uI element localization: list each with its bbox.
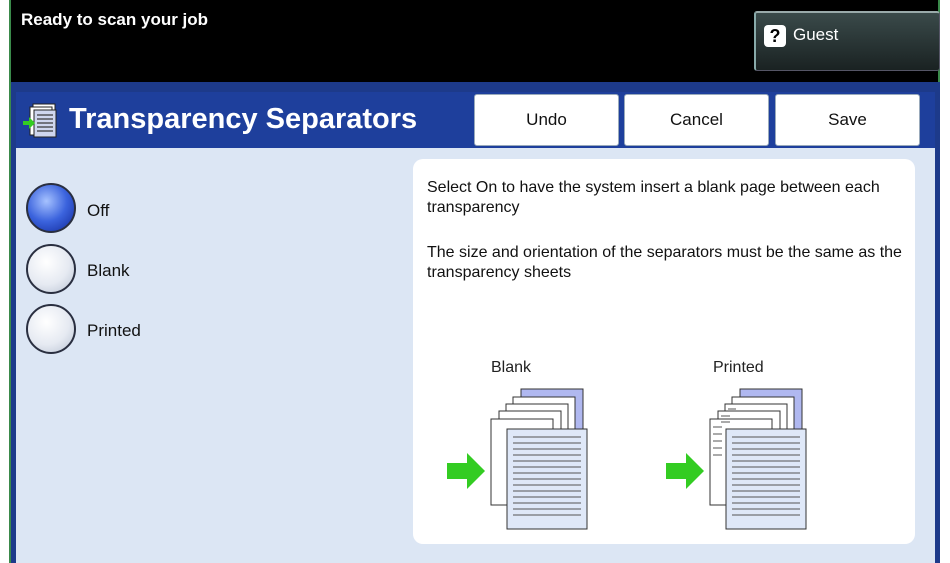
page-title: Transparency Separators bbox=[69, 103, 418, 135]
radio-printed[interactable] bbox=[26, 304, 76, 354]
radio-off[interactable] bbox=[26, 183, 76, 233]
help-question-icon: ? bbox=[764, 25, 786, 47]
info-text-1: Select On to have the system insert a bl… bbox=[427, 179, 880, 216]
illustration-blank-label: Blank bbox=[491, 359, 532, 376]
transparency-document-icon bbox=[23, 103, 57, 138]
radio-blank-label: Blank bbox=[87, 261, 130, 280]
printed-separator-illustration bbox=[666, 388, 807, 530]
illustration-printed-label: Printed bbox=[713, 359, 764, 376]
undo-button[interactable]: Undo bbox=[474, 94, 619, 146]
info-text-2: The size and orientation of the separato… bbox=[427, 244, 902, 281]
radio-printed-label: Printed bbox=[87, 321, 141, 340]
radio-blank[interactable] bbox=[26, 244, 76, 294]
radio-off-label: Off bbox=[87, 201, 110, 220]
save-button[interactable]: Save bbox=[775, 94, 920, 146]
blank-separator-illustration bbox=[447, 388, 588, 530]
title-bar: Transparency Separators Undo Cancel Save bbox=[16, 92, 935, 148]
device-frame: Ready to scan your job ? Guest Transpare… bbox=[9, 0, 940, 563]
info-panel: Select On to have the system insert a bl… bbox=[413, 159, 915, 544]
guest-login-button[interactable]: ? Guest bbox=[754, 11, 940, 71]
status-message: Ready to scan your job bbox=[21, 10, 209, 29]
cancel-button[interactable]: Cancel bbox=[624, 94, 769, 146]
guest-label: Guest bbox=[793, 25, 839, 44]
status-bar: Ready to scan your job ? Guest bbox=[11, 0, 940, 82]
content-area: Off Blank Printed Select On to have the … bbox=[16, 148, 935, 563]
feature-panel: Transparency Separators Undo Cancel Save… bbox=[11, 82, 940, 563]
